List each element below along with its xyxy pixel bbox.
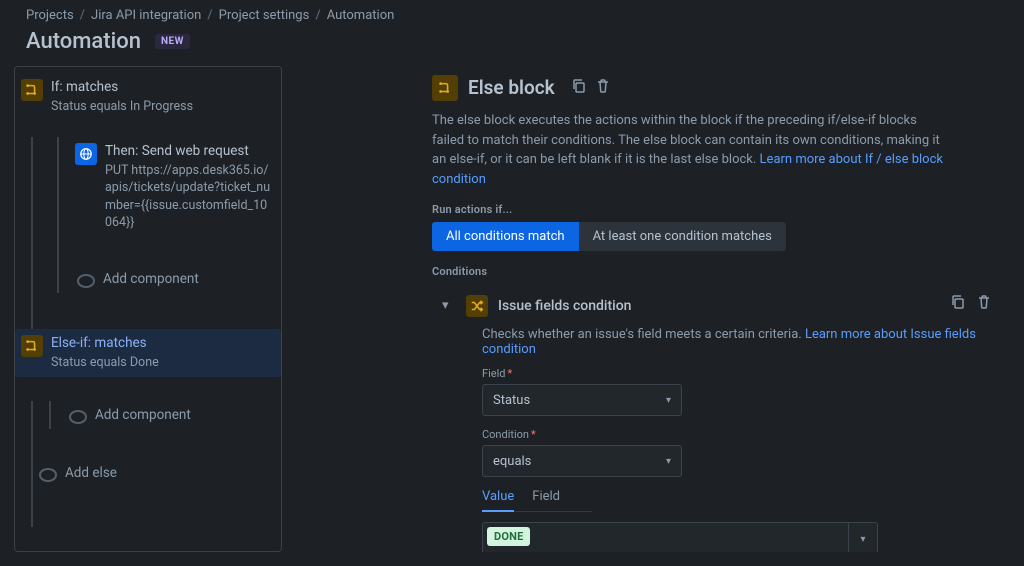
add-circle-icon <box>69 410 87 424</box>
breadcrumb-link[interactable]: Automation <box>327 8 395 23</box>
add-component-label: Add component <box>95 406 273 424</box>
add-component-button[interactable]: Add component <box>75 265 281 293</box>
tab-value[interactable]: Value <box>482 489 514 512</box>
condition-title: Issue fields condition <box>498 298 631 314</box>
tab-field[interactable]: Field <box>532 489 560 511</box>
branch-icon <box>21 335 43 357</box>
branch-icon <box>432 75 458 101</box>
branch-icon <box>21 79 43 101</box>
run-actions-label: Run actions if... <box>432 203 1002 216</box>
field-select-value: Status <box>493 393 530 408</box>
add-circle-icon <box>77 274 95 288</box>
conditions-label: Conditions <box>432 265 1002 278</box>
page-header: Automation NEW <box>10 27 1014 66</box>
chevron-down-icon: ▾ <box>860 534 865 545</box>
value-input[interactable]: DONE <box>482 522 848 552</box>
node-title: If: matches <box>51 78 273 96</box>
breadcrumb-link[interactable]: Projects <box>26 8 74 23</box>
field-label: Field* <box>482 367 992 380</box>
value-picker: DONE ▾ <box>482 522 878 552</box>
copy-icon[interactable] <box>950 294 966 314</box>
new-badge: NEW <box>155 34 190 49</box>
breadcrumb-link[interactable]: Jira API integration <box>91 8 201 23</box>
seg-any-match[interactable]: At least one condition matches <box>579 222 786 251</box>
trash-icon[interactable] <box>595 78 611 98</box>
node-title: Then: Send web request <box>105 142 273 160</box>
condition-card: ▾ Issue fields condition <box>432 284 1002 552</box>
detail-header: Else block <box>432 74 1002 101</box>
copy-icon[interactable] <box>571 78 587 98</box>
rule-tree-panel[interactable]: If: matches Status equals In Progress <box>14 66 282 552</box>
condition-select-value: equals <box>493 454 531 469</box>
node-subtitle: Status equals In Progress <box>51 98 273 116</box>
node-title: Else-if: matches <box>51 334 273 352</box>
page-title: Automation <box>26 29 141 54</box>
detail-panel: Else block The else block executes the a… <box>302 66 1010 552</box>
value-dropdown-button[interactable]: ▾ <box>848 522 878 552</box>
value-field-tabs: Value Field <box>482 489 592 512</box>
status-lozenge-done[interactable]: DONE <box>487 527 530 546</box>
chevron-down-icon: ▾ <box>666 456 671 467</box>
detail-title: Else block <box>468 76 555 99</box>
seg-all-match[interactable]: All conditions match <box>432 222 579 251</box>
node-subtitle: PUT https://apps.desk365.io/apis/tickets… <box>105 162 273 232</box>
trash-icon[interactable] <box>976 294 992 314</box>
add-else-button[interactable]: Add else <box>37 459 281 487</box>
add-circle-icon <box>39 468 57 482</box>
breadcrumb: Projects / Jira API integration / Projec… <box>10 0 1014 27</box>
add-component-label: Add component <box>103 270 273 288</box>
add-else-label: Add else <box>65 464 273 482</box>
condition-label: Condition* <box>482 428 992 441</box>
detail-description: The else block executes the actions with… <box>432 111 952 189</box>
add-component-button[interactable]: Add component <box>67 401 281 429</box>
breadcrumb-link[interactable]: Project settings <box>219 8 310 23</box>
breadcrumb-sep: / <box>315 8 320 23</box>
tree-node-elseif[interactable]: Else-if: matches Status equals Done <box>15 329 281 377</box>
condition-description: Checks whether an issue's field meets a … <box>482 327 992 357</box>
breadcrumb-sep: / <box>207 8 212 23</box>
chevron-down-icon: ▾ <box>666 395 671 406</box>
condition-select[interactable]: equals ▾ <box>482 445 682 477</box>
field-select[interactable]: Status ▾ <box>482 384 682 416</box>
chevron-down-icon[interactable]: ▾ <box>442 298 456 313</box>
breadcrumb-sep: / <box>80 8 85 23</box>
run-actions-toggle: All conditions match At least one condit… <box>432 222 1002 251</box>
globe-icon <box>75 143 97 165</box>
tree-node-then[interactable]: Then: Send web request PUT https://apps.… <box>75 137 281 237</box>
node-subtitle: Status equals Done <box>51 354 273 372</box>
shuffle-icon <box>466 295 488 317</box>
tree-node-if[interactable]: If: matches Status equals In Progress <box>15 73 281 121</box>
